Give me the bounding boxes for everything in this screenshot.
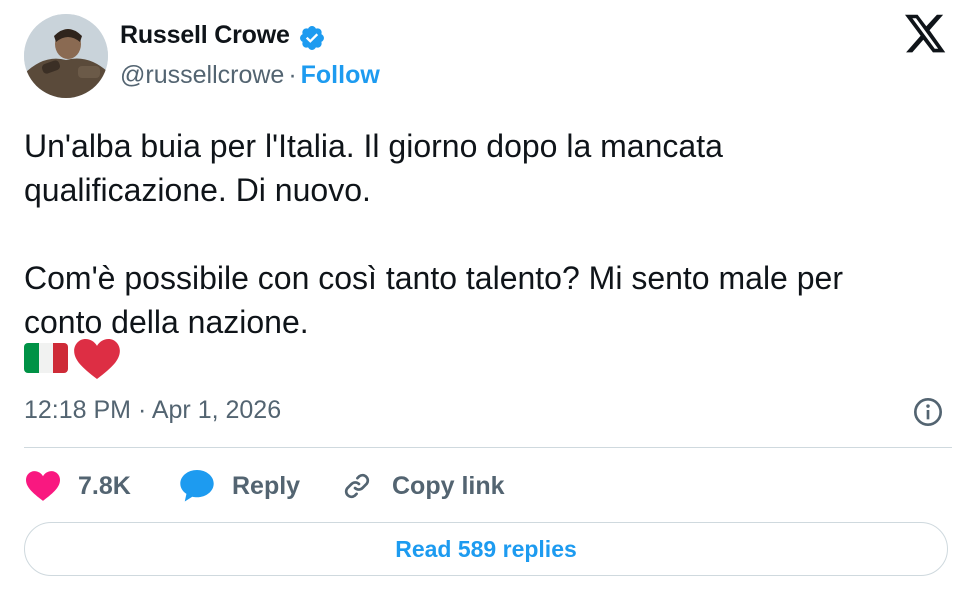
author-name[interactable]: Russell Crowe: [120, 21, 290, 50]
x-logo-icon[interactable]: [905, 14, 947, 54]
handle-separator: ·: [288, 61, 297, 89]
avatar[interactable]: [24, 14, 108, 98]
copy-link-label: Copy link: [392, 471, 505, 500]
tweet-embed-card: Russell Crowe @russellcrowe · Follow Un'al…: [0, 0, 979, 600]
heart-icon: [26, 471, 60, 501]
reply-button[interactable]: Reply: [180, 466, 300, 506]
follow-button[interactable]: Follow: [301, 61, 380, 89]
red-heart-icon: [74, 339, 120, 379]
verified-badge-icon: [300, 26, 324, 50]
like-count: 7.8K: [78, 471, 131, 500]
divider: [24, 447, 952, 448]
reply-label: Reply: [232, 471, 301, 500]
reply-bubble-icon: [180, 470, 214, 502]
info-icon[interactable]: [912, 396, 944, 428]
tweet-text: Un'alba buia per l'Italia. Il giorno dop…: [24, 128, 843, 340]
read-replies-button[interactable]: Read 589 replies: [24, 522, 948, 576]
handle-row: @russellcrowe · Follow: [120, 61, 380, 90]
avatar-image: [24, 14, 108, 98]
link-icon: [344, 473, 370, 499]
copy-link-button[interactable]: Copy link: [340, 466, 505, 506]
author-handle[interactable]: @russellcrowe: [120, 61, 284, 89]
timestamp[interactable]: 12:18 PM · Apr 1, 2026: [24, 396, 281, 425]
like-button[interactable]: 7.8K: [26, 466, 131, 506]
italian-flag-icon: [24, 343, 68, 373]
